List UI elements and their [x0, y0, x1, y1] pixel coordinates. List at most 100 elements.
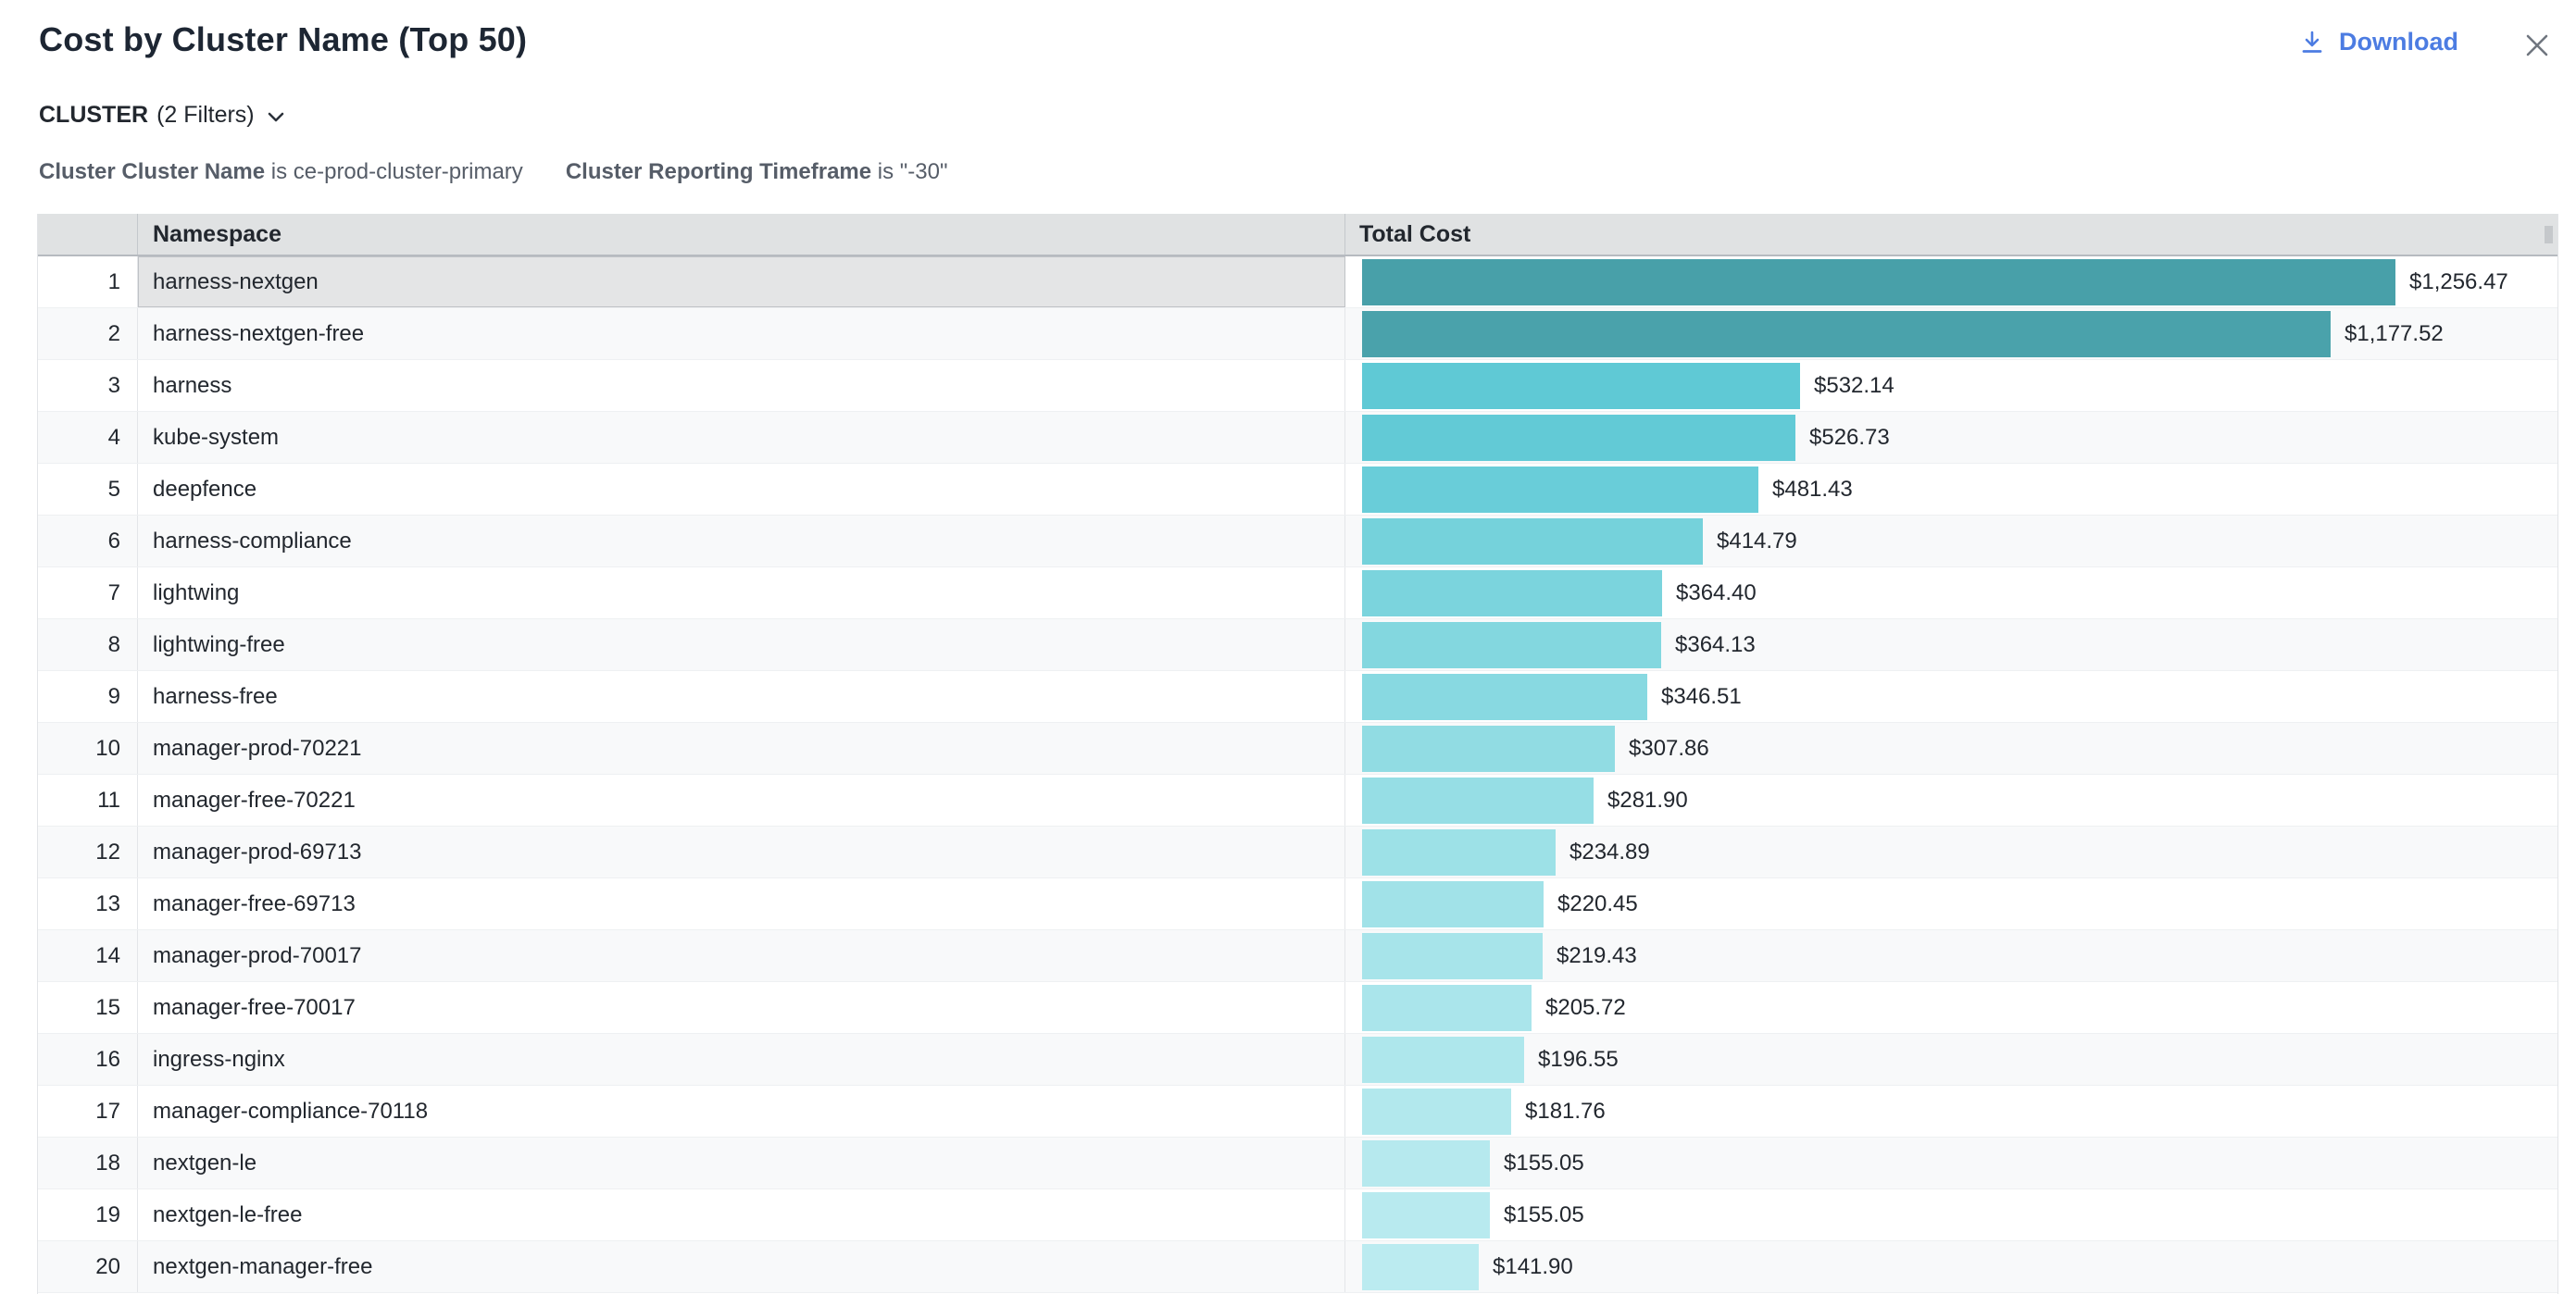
total-cost-cell[interactable]: $220.45 — [1345, 878, 2557, 929]
row-index: 9 — [38, 671, 138, 722]
table-row[interactable]: 5deepfence$481.43 — [38, 464, 2557, 516]
total-cost-cell[interactable]: $219.43 — [1345, 930, 2557, 981]
filter-group-toggle[interactable]: CLUSTER (2 Filters) — [39, 102, 285, 129]
table-row[interactable]: 3harness$532.14 — [38, 360, 2557, 412]
table-row[interactable]: 9 harness-free $346.51 — [38, 671, 2557, 723]
table-row[interactable]: 4kube-system$526.73 — [38, 412, 2557, 464]
table-row[interactable]: 18nextgen-le$155.05 — [38, 1138, 2557, 1189]
cost-bar — [1362, 829, 1556, 876]
namespace-cell[interactable]: lightwing — [138, 567, 1345, 618]
namespace-label: manager-prod-70017 — [153, 943, 361, 969]
total-cost-cell[interactable]: $141.90 — [1345, 1241, 2557, 1292]
namespace-cell[interactable]: harness-nextgen — [138, 256, 1345, 307]
total-cost-cell[interactable]: $155.05 — [1345, 1138, 2557, 1188]
download-button[interactable]: Download — [2298, 28, 2458, 56]
namespace-cell[interactable]: harness-free — [138, 671, 1345, 722]
namespace-cell[interactable]: manager-prod-70017 — [138, 930, 1345, 981]
namespace-label: manager-free-69713 — [153, 891, 356, 917]
total-cost-cell[interactable]: $532.14 — [1345, 360, 2557, 411]
row-index: 3 — [38, 360, 138, 411]
table-row[interactable]: 8lightwing-free$364.13 — [38, 619, 2557, 671]
table-row[interactable]: 2harness-nextgen-free$1,177.52 — [38, 308, 2557, 360]
namespace-cell[interactable]: nextgen-le — [138, 1138, 1345, 1188]
table-row[interactable]: 19nextgen-le-free$155.05 — [38, 1189, 2557, 1241]
total-cost-cell[interactable]: $307.86 — [1345, 723, 2557, 774]
namespace-column-label: Namespace — [153, 221, 281, 248]
cost-bar — [1362, 933, 1543, 979]
table-body: 1harness-nextgen$1,256.472harness-nextge… — [38, 256, 2557, 1293]
table-row[interactable]: 20nextgen-manager-free$141.90 — [38, 1241, 2557, 1293]
row-index: 11 — [38, 775, 138, 826]
total-cost-cell[interactable]: $196.55 — [1345, 1034, 2557, 1085]
total-cost-cell[interactable]: $414.79 — [1345, 516, 2557, 566]
namespace-cell[interactable]: manager-free-69713 — [138, 878, 1345, 929]
download-label: Download — [2339, 28, 2458, 56]
cost-value: $307.86 — [1629, 736, 1709, 762]
namespace-cell[interactable]: manager-free-70221 — [138, 775, 1345, 826]
cost-bar — [1362, 1037, 1524, 1083]
cost-bar — [1362, 1244, 1479, 1290]
total-cost-cell[interactable]: $364.13 — [1345, 619, 2557, 670]
namespace-cell[interactable]: harness — [138, 360, 1345, 411]
total-cost-cell[interactable]: $364.40 — [1345, 567, 2557, 618]
namespace-label: manager-prod-70221 — [153, 736, 361, 762]
row-index: 15 — [38, 982, 138, 1033]
table-row[interactable]: 1harness-nextgen$1,256.47 — [38, 256, 2557, 308]
table-row[interactable]: 12manager-prod-69713$234.89 — [38, 827, 2557, 878]
header-cell-namespace[interactable]: Namespace — [138, 214, 1345, 255]
namespace-cell[interactable]: harness-compliance — [138, 516, 1345, 566]
cost-value: $205.72 — [1545, 995, 1626, 1021]
total-cost-cell[interactable]: $234.89 — [1345, 827, 2557, 877]
namespace-label: harness-free — [153, 684, 278, 710]
row-index: 8 — [38, 619, 138, 670]
namespace-cell[interactable]: nextgen-manager-free — [138, 1241, 1345, 1292]
row-index: 10 — [38, 723, 138, 774]
table-row[interactable]: 17manager-compliance-70118$181.76 — [38, 1086, 2557, 1138]
total-cost-cell[interactable]: $1,256.47 — [1345, 256, 2557, 307]
table-row[interactable]: 15manager-free-70017 $205.72 — [38, 982, 2557, 1034]
namespace-cell[interactable]: nextgen-le-free — [138, 1189, 1345, 1240]
namespace-cell[interactable]: ingress-nginx — [138, 1034, 1345, 1085]
table-row[interactable]: 14manager-prod-70017$219.43 — [38, 930, 2557, 982]
total-cost-cell[interactable]: $526.73 — [1345, 412, 2557, 463]
table-header-row: Namespace Total Cost — [38, 214, 2557, 256]
table-row[interactable]: 16ingress-nginx$196.55 — [38, 1034, 2557, 1086]
total-cost-cell[interactable]: $205.72 — [1345, 982, 2557, 1033]
row-index: 4 — [38, 412, 138, 463]
table-row[interactable]: 10 manager-prod-70221 $307.86 — [38, 723, 2557, 775]
namespace-cell[interactable]: manager-prod-69713 — [138, 827, 1345, 877]
total-cost-cell[interactable]: $481.43 — [1345, 464, 2557, 515]
namespace-label: harness-compliance — [153, 529, 352, 554]
cost-bar — [1362, 518, 1703, 565]
namespace-cell[interactable]: lightwing-free — [138, 619, 1345, 670]
cost-value: $155.05 — [1504, 1151, 1584, 1176]
cost-bar — [1362, 622, 1661, 668]
row-index: 20 — [38, 1241, 138, 1292]
cost-value: $1,256.47 — [2409, 269, 2508, 295]
total-cost-cell[interactable]: $155.05 — [1345, 1189, 2557, 1240]
table-row[interactable]: 11manager-free-70221$281.90 — [38, 775, 2557, 827]
namespace-cell[interactable]: harness-nextgen-free — [138, 308, 1345, 359]
table-row[interactable]: 6harness-compliance$414.79 — [38, 516, 2557, 567]
cost-bar — [1362, 674, 1647, 720]
table-row[interactable]: 13manager-free-69713$220.45 — [38, 878, 2557, 930]
header-cell-index — [38, 214, 138, 255]
scrollbar-thumb[interactable] — [2545, 226, 2553, 243]
namespace-cell[interactable]: manager-free-70017 — [138, 982, 1345, 1033]
namespace-cell[interactable]: manager-compliance-70118 — [138, 1086, 1345, 1137]
table-row[interactable]: 7lightwing$364.40 — [38, 567, 2557, 619]
total-cost-cell[interactable]: $181.76 — [1345, 1086, 2557, 1137]
cost-bar — [1362, 259, 2395, 305]
namespace-cell[interactable]: kube-system — [138, 412, 1345, 463]
total-cost-cell[interactable]: $281.90 — [1345, 775, 2557, 826]
total-cost-cell[interactable]: $346.51 — [1345, 671, 2557, 722]
close-button[interactable] — [2520, 29, 2554, 62]
header-cell-total-cost[interactable]: Total Cost — [1345, 214, 2557, 255]
namespace-label: nextgen-le-free — [153, 1202, 302, 1228]
namespace-cell[interactable]: deepfence — [138, 464, 1345, 515]
row-index: 5 — [38, 464, 138, 515]
namespace-label: harness-nextgen-free — [153, 321, 364, 347]
namespace-cell[interactable]: manager-prod-70221 — [138, 723, 1345, 774]
total-cost-cell[interactable]: $1,177.52 — [1345, 308, 2557, 359]
cost-value: $219.43 — [1557, 943, 1637, 969]
